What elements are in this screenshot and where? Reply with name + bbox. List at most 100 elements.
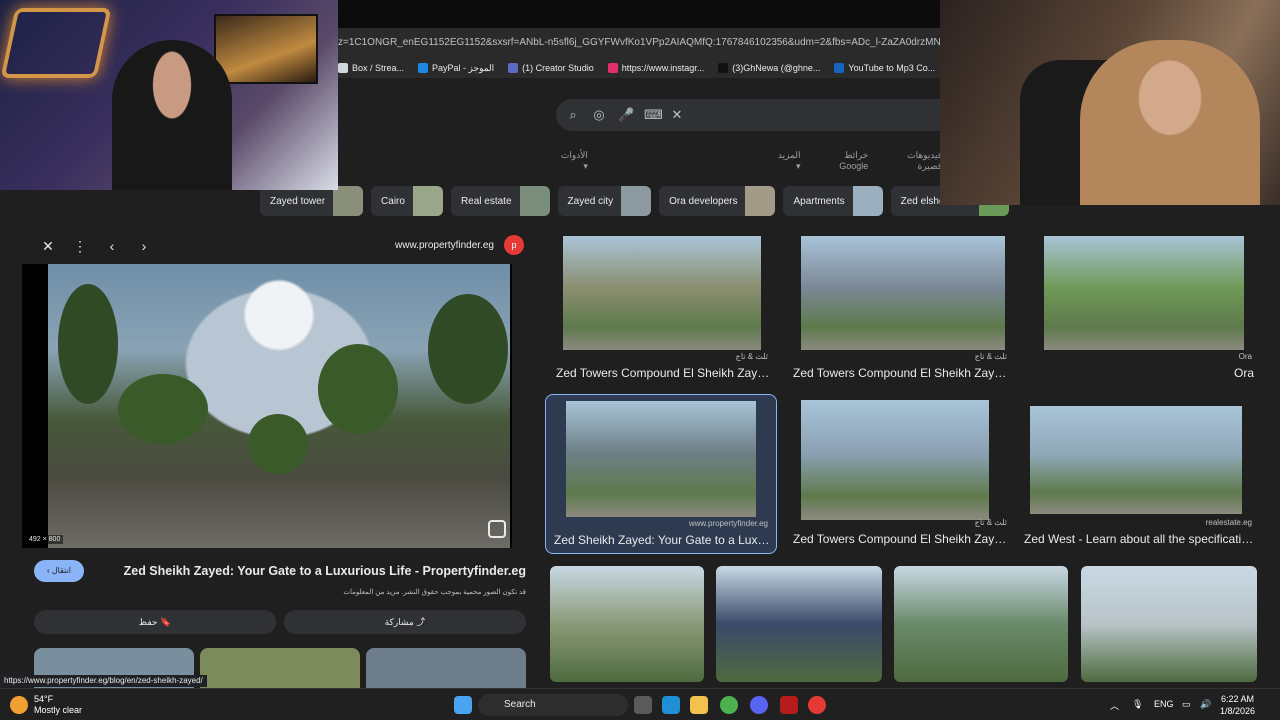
webcam-left (0, 0, 338, 190)
chip-thumbnail (621, 186, 652, 216)
tab-more[interactable]: المزيد ▾ (772, 150, 801, 171)
preview-site[interactable]: www.propertyfinder.eg (395, 240, 494, 251)
address-bar[interactable]: z=1C1ONGR_enEG1152EG1152&sxsrf=ANbL-n5sf… (338, 28, 942, 58)
tab-short-videos[interactable]: فيديوهات قصيرة (882, 150, 942, 171)
result-caption[interactable]: Ora (1028, 366, 1254, 380)
chip-thumbnail (412, 186, 443, 216)
result-source[interactable]: realestate.eg (1206, 518, 1252, 527)
clear-icon[interactable]: ✕ (670, 107, 684, 123)
bookmark-item[interactable]: YouTube to Mp3 Co... (834, 63, 935, 73)
bookmark-label: YouTube to Mp3 Co... (848, 63, 936, 73)
chip-label: Real estate (460, 195, 512, 207)
previous-icon[interactable]: ‹ (100, 234, 124, 258)
palm-tree (118, 374, 208, 444)
bookmarks-bar: Box / Strea... PayPal - الموجز (1) Creator… (338, 58, 942, 78)
zed-towers-render (48, 264, 510, 548)
bookmark-favicon-icon (834, 63, 845, 73)
image-result[interactable] (716, 566, 882, 682)
image-search-icon[interactable]: ◎ (592, 107, 606, 123)
result-thumbnail[interactable] (566, 401, 756, 517)
result-caption[interactable]: Zed West - Learn about all the specifica… (1024, 532, 1254, 546)
tray-overflow-icon[interactable]: ︿ (1110, 699, 1119, 712)
result-source[interactable]: ثلث & تاج (736, 352, 768, 361)
save-button[interactable]: حفظ 🔖 (34, 610, 276, 634)
search-tabs: فيديوهات قصيرة خرائط Google المزيد ▾ الأ… (555, 150, 942, 171)
share-button[interactable]: مشاركة ⤴ (284, 610, 526, 634)
microphone-tray-icon[interactable]: 🎙 (1132, 699, 1143, 710)
related-search-chip[interactable]: Zayed tower (260, 186, 364, 216)
result-thumbnail[interactable] (801, 400, 989, 520)
clock[interactable]: 6:22 AM 1/8/2026 (1220, 693, 1255, 717)
image-result[interactable]: Ora Ora (1020, 232, 1260, 388)
result-thumbnail[interactable] (1044, 236, 1244, 350)
result-thumbnail[interactable] (1030, 406, 1242, 514)
search-icon[interactable]: ⌕ (566, 107, 580, 123)
image-result[interactable] (550, 566, 704, 682)
discord-icon[interactable] (750, 696, 768, 714)
related-search-chip[interactable]: Cairo (371, 186, 443, 216)
tools-button[interactable]: الأدوات ▾ (555, 150, 588, 171)
bookmark-item[interactable]: Box / Strea... (338, 63, 404, 73)
result-source[interactable]: ثلث & تاج (975, 518, 1007, 527)
search-box[interactable]: ⌕ ◎ 🎤 ⌨ ✕ (556, 99, 942, 131)
app-icon[interactable] (808, 696, 826, 714)
weather-icon[interactable] (10, 696, 28, 714)
more-options-icon[interactable]: ⋮ (68, 234, 92, 258)
file-explorer-icon[interactable] (690, 696, 708, 714)
related-search-chip[interactable]: Real estate (450, 186, 550, 216)
result-source[interactable]: www.propertyfinder.eg (689, 519, 768, 528)
result-thumbnail[interactable] (563, 236, 761, 350)
image-result[interactable]: ثلث & تاج Zed Towers Compound El Sheikh Z… (785, 394, 1015, 554)
bookmark-item[interactable]: (3)GhNewa (@ghne... (718, 63, 820, 73)
chrome-icon[interactable] (720, 696, 738, 714)
related-search-chip[interactable]: Apartments (783, 186, 883, 216)
weather-description[interactable]: Mostly clear (34, 705, 82, 715)
start-icon[interactable] (454, 696, 472, 714)
image-result[interactable]: www.propertyfinder.eg Zed Sheikh Zayed: Y… (545, 394, 777, 554)
bookmark-favicon-icon (418, 63, 429, 73)
weather-temperature[interactable]: 54°F (34, 694, 53, 704)
result-caption[interactable]: Zed Towers Compound El Sheikh Zayed 2... (556, 366, 770, 380)
microphone-icon[interactable]: 🎤 (618, 107, 634, 123)
image-result[interactable]: ثلث & تاج Zed Towers Compound El Sheikh Z… (785, 232, 1015, 388)
lens-icon[interactable] (488, 520, 506, 538)
chip-label: Cairo (381, 195, 405, 207)
app-icon[interactable] (780, 696, 798, 714)
taskbar-search[interactable]: Search (478, 694, 628, 716)
volume-icon[interactable]: 🔊 (1200, 699, 1211, 710)
result-source[interactable]: Ora (1239, 352, 1252, 361)
image-result[interactable] (894, 566, 1068, 682)
network-icon[interactable]: ▭ (1182, 699, 1191, 710)
image-result[interactable]: realestate.eg Zed West - Learn about all … (1016, 394, 1260, 554)
image-result[interactable]: ثلث & تاج Zed Towers Compound El Sheikh Z… (548, 232, 776, 388)
bookmark-label: (1) Creator Studio (522, 63, 594, 73)
chip-label: Zayed tower (270, 195, 326, 207)
preview-image[interactable]: 492 × 800 (22, 264, 512, 548)
related-image[interactable] (200, 648, 360, 688)
bookmark-item[interactable]: PayPal - الموجز (418, 63, 494, 74)
edge-icon[interactable] (662, 696, 680, 714)
task-view-icon[interactable] (634, 696, 652, 714)
preview-title[interactable]: Zed Sheikh Zayed: Your Gate to a Luxurio… (124, 564, 526, 578)
visit-button[interactable]: ‹ انتقال (34, 560, 84, 582)
result-caption[interactable]: Zed Towers Compound El Sheikh Zayed 2026 (793, 366, 1009, 380)
related-search-chip[interactable]: Ora developers (659, 186, 776, 216)
keyboard-icon[interactable]: ⌨ (644, 107, 663, 123)
close-icon[interactable]: ✕ (36, 234, 60, 258)
related-image[interactable] (366, 648, 526, 688)
result-thumbnail[interactable] (801, 236, 1005, 350)
next-icon[interactable]: › (132, 234, 156, 258)
tab-maps[interactable]: خرائط Google (815, 150, 868, 171)
image-dimensions: 492 × 800 (26, 535, 64, 544)
bookmark-item[interactable]: (1) Creator Studio (508, 63, 594, 73)
image-result[interactable] (1081, 566, 1257, 682)
language-indicator[interactable]: ENG (1154, 699, 1174, 709)
result-source[interactable]: ثلث & تاج (975, 352, 1007, 361)
related-search-chip[interactable]: Zayed city (557, 186, 652, 216)
bookmark-favicon-icon (338, 63, 348, 73)
result-caption[interactable]: Zed Towers Compound El Sheikh Zayed ... (793, 532, 1009, 546)
result-caption[interactable]: Zed Sheikh Zayed: Your Gate to a Luxurio… (554, 533, 772, 547)
bookmark-favicon-icon (718, 63, 729, 73)
bookmark-item[interactable]: https://www.instagr... (607, 63, 704, 73)
chip-thumbnail (852, 186, 883, 216)
